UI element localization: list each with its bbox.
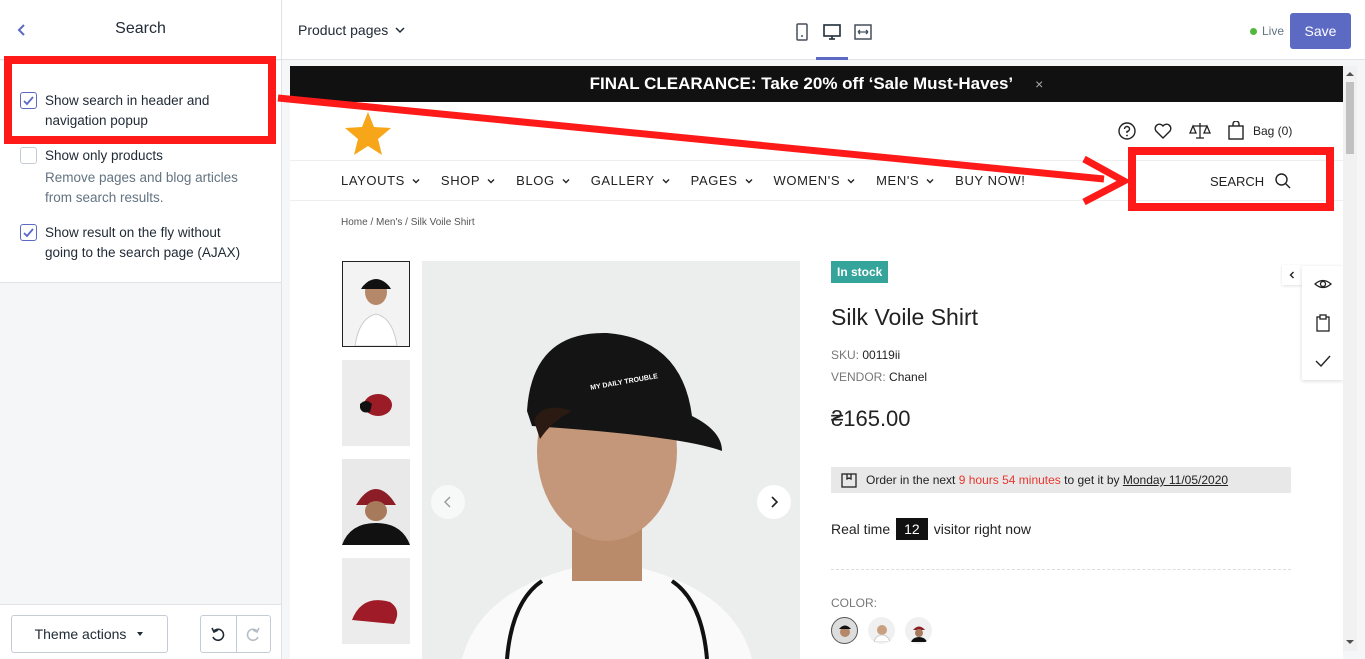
annotation-arrow-icon (277, 94, 1132, 206)
theme-editor: Search Show search in header and navigat… (0, 0, 1365, 659)
